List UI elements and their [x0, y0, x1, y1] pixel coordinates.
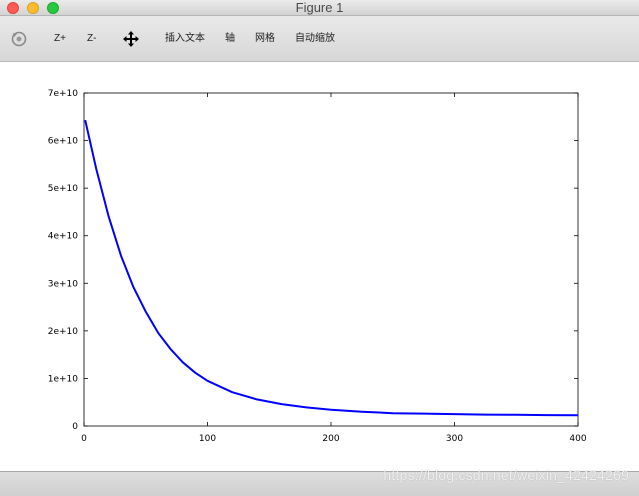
x-tick-label: 400: [569, 434, 586, 444]
y-tick-label: 4e+10: [48, 232, 79, 242]
y-tick-label: 7e+10: [48, 89, 79, 99]
x-tick-label: 100: [199, 434, 216, 444]
y-tick-label: 2e+10: [48, 327, 79, 337]
plot-area[interactable]: 0 100 200 300 400 0 1e+10 2e+10 3e+10 4e+10 5e+10 6…: [0, 62, 639, 472]
zoom-out-button[interactable]: Z-: [87, 30, 96, 48]
series-line: [84, 119, 579, 417]
y-tick-label: 6e+10: [48, 137, 79, 147]
x-tick-label: 300: [446, 434, 463, 444]
figure-toolbar: Z+ Z- 插入文本 轴 网格 自动缩放: [0, 16, 639, 62]
rotate-icon[interactable]: [10, 30, 28, 48]
grid-button[interactable]: 网格: [255, 30, 275, 48]
y-tick-label: 0: [72, 422, 78, 432]
axis-button[interactable]: 轴: [225, 30, 235, 48]
watermark-text: https://blog.csdn.net/weixin_42424269: [383, 467, 629, 483]
window-title: Figure 1: [295, 0, 344, 15]
y-tick-label: 1e+10: [48, 374, 79, 384]
pan-move-icon[interactable]: [122, 30, 140, 48]
x-tick-label: 200: [322, 434, 339, 444]
title-bar: Figure 1: [0, 0, 639, 16]
axes-box: [83, 92, 579, 427]
autoscale-button[interactable]: 自动缩放: [295, 30, 335, 48]
y-tick-label: 5e+10: [48, 184, 79, 194]
y-tick-label: 3e+10: [48, 279, 79, 289]
x-tick-label: 0: [81, 434, 87, 444]
insert-text-button[interactable]: 插入文本: [165, 30, 205, 48]
zoom-in-button[interactable]: Z+: [54, 30, 66, 48]
line-chart: 0 100 200 300 400 0 1e+10 2e+10 3e+10 4e+10 5e+10 6…: [48, 89, 587, 444]
